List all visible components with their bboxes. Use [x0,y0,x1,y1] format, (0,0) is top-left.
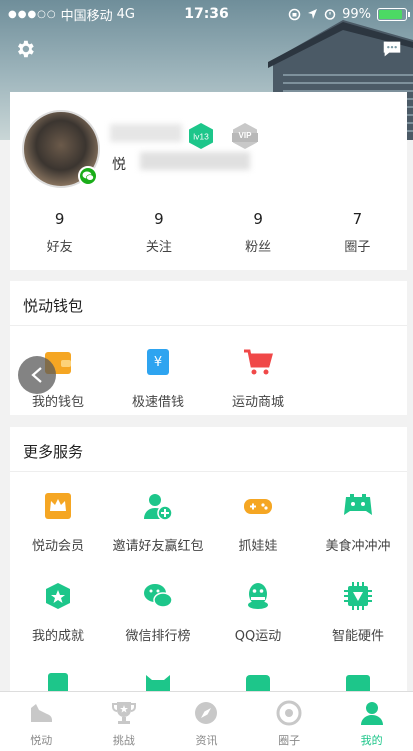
item-label: 邀请好友赢红包 [112,539,204,554]
vip-badge-text: VIP [239,131,253,140]
crown-icon [45,493,71,519]
stat-following[interactable]: 9 关注 [109,210,208,255]
service-invite-friends[interactable]: 邀请好友赢红包 [108,491,208,554]
stat-friends[interactable]: 9 好友 [10,210,109,255]
item-label: 美食冲冲冲 [325,539,391,554]
nickname-obscured [140,152,250,170]
tab-label: 悦动 [30,734,53,747]
service-qq-sports[interactable]: QQ运动 [208,581,308,644]
divider [10,325,407,326]
more-services-section: 更多服务 悦动会员 邀请好友赢红包 抓娃娃 美食冲冲冲 我的成就 微信排行榜 Q… [10,427,407,691]
stat-value: 9 [154,210,164,228]
item-label: 极速借钱 [131,395,184,410]
item-label: 运动商城 [231,395,284,410]
cat-icon [146,675,170,691]
nickname: 悦 [112,157,126,173]
service-smart-hardware[interactable]: 智能硬件 [308,581,407,644]
service-partial-1[interactable] [10,671,108,691]
box-icon [246,675,270,691]
stat-label: 好友 [46,240,73,255]
divider [10,471,407,472]
service-wechat-ranking[interactable]: 微信排行榜 [108,581,208,644]
item-label: 我的钱包 [31,395,84,410]
trophy-icon [111,702,136,724]
profile-stats: 9 好友 9 关注 9 粉丝 7 圈子 [10,210,407,255]
fast-loan-item[interactable]: ¥ 极速借钱 [108,347,208,410]
clock: 17:36 [184,6,229,22]
scale-icon [346,675,370,691]
service-achievements[interactable]: 我的成就 [10,581,108,644]
chevron-left-icon [31,367,42,383]
medal-icon [46,583,70,609]
svg-text:¥: ¥ [154,355,162,370]
game-controller-icon [344,494,372,515]
wechat-bound-icon [78,166,98,186]
network-type: 4G [116,6,136,22]
service-partial-2[interactable] [108,671,208,691]
orientation-lock-icon [288,8,301,20]
chip-icon [344,582,372,610]
sports-mall-item[interactable]: 运动商城 [208,347,308,410]
tab-label: 我的 [360,734,383,747]
yen-card-icon: ¥ [147,349,169,375]
person-icon [360,702,383,725]
add-friend-icon [144,494,173,521]
compass-icon [195,702,218,724]
stat-circles[interactable]: 7 圈子 [308,210,407,255]
back-button[interactable] [18,356,56,394]
service-claw-machine[interactable]: 抓娃娃 [208,491,308,554]
service-vip-member[interactable]: 悦动会员 [10,491,108,554]
message-bubble-icon[interactable] [381,38,403,60]
service-partial-3[interactable] [208,671,308,691]
item-label: 我的成就 [31,629,84,644]
service-food-rush[interactable]: 美食冲冲冲 [308,491,407,554]
stat-followers[interactable]: 9 粉丝 [209,210,308,255]
tab-label: 资讯 [195,734,218,747]
qq-icon [248,583,268,609]
battery-icon [377,7,410,21]
item-label: 微信排行榜 [125,629,191,644]
gamepad-icon [244,499,272,514]
level-badge-text: lv13 [193,132,209,142]
shopping-cart-icon [244,349,273,375]
stat-value: 7 [352,210,363,228]
tab-yuedong[interactable]: 悦动 [0,692,83,751]
services-section-title: 更多服务 [23,443,84,461]
alarm-icon [324,9,336,20]
carrier-name: 中国移动 [60,8,113,24]
status-bar: ●●●○○ 中国移动 4G 17:36 99% [0,0,413,28]
tab-challenge[interactable]: 挑战 [83,692,166,751]
settings-gear-icon[interactable] [14,38,36,60]
bottom-tab-bar: 悦动 挑战 资讯 圈子 我的 [0,691,413,751]
tab-news[interactable]: 资讯 [165,692,248,751]
wallet-section: 悦动钱包 我的钱包 ¥ 极速借钱 运动商城 [10,281,407,415]
stat-label: 圈子 [344,240,371,255]
profile-card: 悦 lv13 VIP 9 好友 9 关注 9 粉丝 7 圈子 [10,92,407,270]
vip-badge[interactable]: VIP [232,122,258,150]
wechat-icon [144,584,173,608]
item-label: 抓娃娃 [238,539,278,554]
heart-rate-icon [48,673,68,691]
battery-percent: 99% [342,6,371,22]
item-label: 悦动会员 [31,539,84,554]
tab-circles[interactable]: 圈子 [248,692,331,751]
location-icon [308,9,318,19]
item-label: QQ运动 [234,629,282,644]
username-obscured [110,124,182,142]
item-label: 智能硬件 [331,629,384,644]
shoe-icon [31,704,53,722]
stat-label: 粉丝 [245,240,272,255]
level-badge[interactable]: lv13 [188,122,214,150]
stat-value: 9 [54,210,65,228]
circle-icon [276,700,302,726]
service-partial-4[interactable] [308,671,407,691]
stat-label: 关注 [145,240,172,255]
signal-strength: ●●●○○ [8,8,57,20]
stat-value: 9 [253,210,263,228]
tab-label: 圈子 [278,734,301,747]
tab-label: 挑战 [112,734,135,747]
tab-mine[interactable]: 我的 [330,692,413,751]
wallet-section-title: 悦动钱包 [23,297,84,315]
